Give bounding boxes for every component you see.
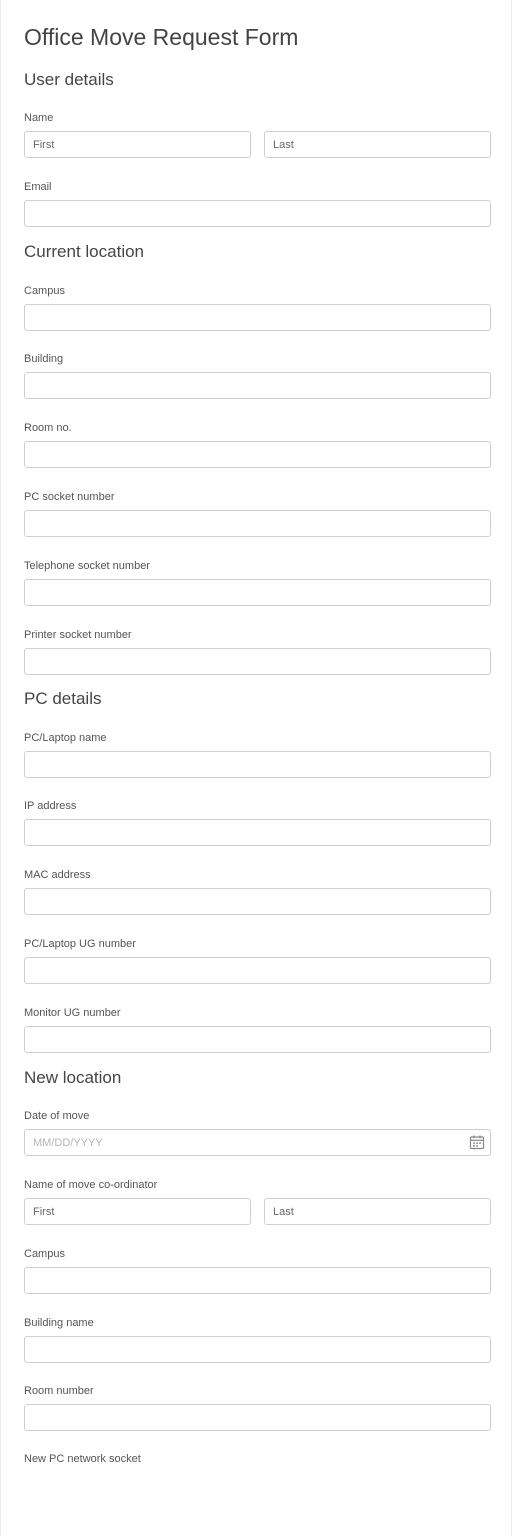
section-user-details: User details (24, 70, 114, 89)
current-room-label: Room no. (24, 422, 72, 434)
calendar-icon[interactable] (469, 1134, 485, 1150)
ip-address-input[interactable] (24, 819, 491, 846)
pc-socket-input[interactable] (24, 510, 491, 537)
new-campus-label: Campus (24, 1248, 65, 1260)
new-campus-input[interactable] (24, 1267, 491, 1294)
current-campus-input[interactable] (24, 304, 491, 331)
name-label: Name (24, 112, 54, 124)
ip-address-label: IP address (24, 800, 77, 812)
mac-address-input[interactable] (24, 888, 491, 915)
form-page: Office Move Request Form User details Na… (0, 0, 512, 1536)
coordinator-first-input[interactable] (24, 1198, 251, 1225)
new-room-input[interactable] (24, 1404, 491, 1431)
pc-ug-input[interactable] (24, 957, 491, 984)
section-new-location: New location (24, 1068, 122, 1087)
section-pc-details: PC details (24, 689, 102, 708)
monitor-ug-label: Monitor UG number (24, 1007, 121, 1019)
monitor-ug-input[interactable] (24, 1026, 491, 1053)
new-building-input[interactable] (24, 1336, 491, 1363)
pc-socket-label: PC socket number (24, 491, 115, 503)
new-pc-socket-label: New PC network socket (24, 1453, 141, 1465)
printer-socket-input[interactable] (24, 648, 491, 675)
first-name-input[interactable] (24, 131, 251, 158)
coordinator-last-input[interactable] (264, 1198, 491, 1225)
form-title: Office Move Request Form (24, 24, 299, 50)
current-campus-label: Campus (24, 285, 65, 297)
mac-address-label: MAC address (24, 869, 91, 881)
date-of-move-input[interactable] (24, 1129, 491, 1156)
telephone-socket-label: Telephone socket number (24, 560, 150, 572)
pc-ug-label: PC/Laptop UG number (24, 938, 136, 950)
last-name-input[interactable] (264, 131, 491, 158)
email-label: Email (24, 181, 52, 193)
current-room-input[interactable] (24, 441, 491, 468)
current-building-label: Building (24, 353, 64, 365)
coordinator-label: Name of move co-ordinator (24, 1179, 158, 1191)
current-building-input[interactable] (24, 372, 491, 399)
telephone-socket-input[interactable] (24, 579, 491, 606)
date-of-move-label: Date of move (24, 1110, 90, 1122)
section-current-location: Current location (24, 242, 145, 261)
email-input[interactable] (24, 200, 491, 227)
date-of-move-field (24, 1129, 491, 1156)
pc-name-input[interactable] (24, 751, 491, 778)
new-room-label: Room number (24, 1385, 94, 1397)
new-building-label: Building name (24, 1317, 94, 1329)
pc-name-label: PC/Laptop name (24, 732, 107, 744)
printer-socket-label: Printer socket number (24, 629, 132, 641)
